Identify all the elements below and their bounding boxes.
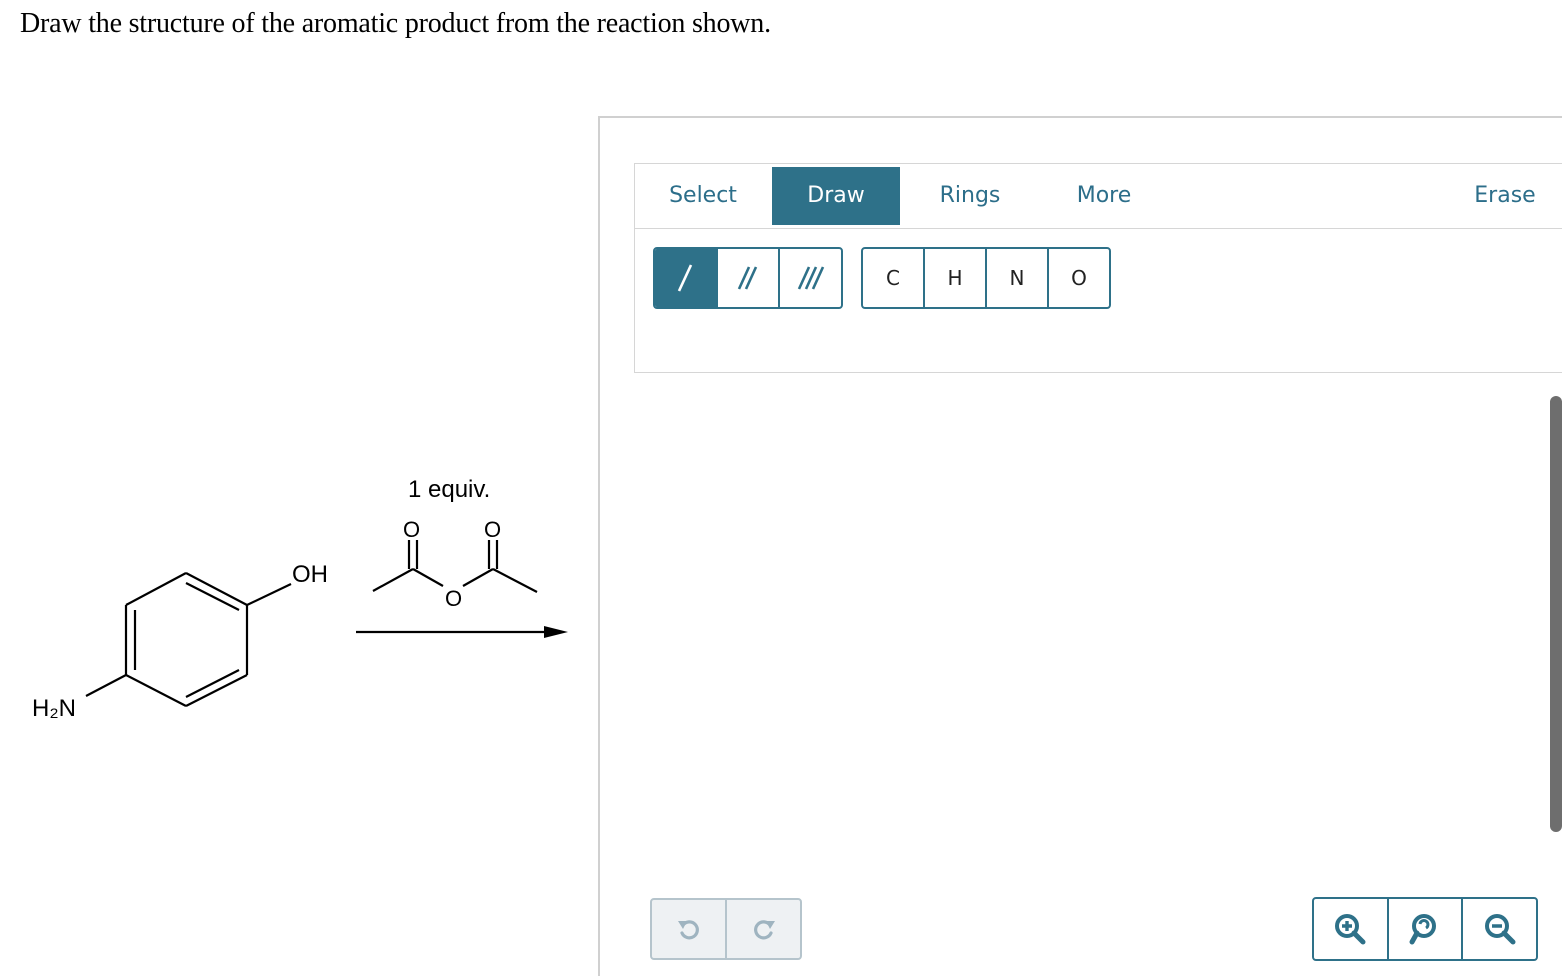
tab-select[interactable]: Select: [635, 167, 771, 225]
zoom-reset-button[interactable]: [1389, 899, 1464, 959]
zoom-in-button[interactable]: [1314, 899, 1389, 959]
history-controls: [650, 898, 802, 960]
zoom-out-button[interactable]: [1463, 899, 1536, 959]
carbonyl-oxygen-right: O: [484, 517, 501, 542]
zoom-controls: [1312, 897, 1538, 961]
hydroxyl-label: OH: [292, 561, 328, 588]
reagent-equiv-label: 1 equiv.: [408, 476, 490, 503]
reaction-svg: OH H₂N 1 equiv. O O O: [32, 476, 568, 722]
atom-carbon-button[interactable]: C: [863, 249, 925, 307]
zoom-reset-icon: [1409, 914, 1436, 945]
toolbar-tabs: Select Draw Rings More Erase: [635, 164, 1562, 229]
undo-button[interactable]: [652, 900, 727, 958]
tab-draw[interactable]: Draw: [772, 167, 900, 225]
triple-bond-icon: [797, 266, 824, 290]
undo-icon: [677, 920, 699, 940]
zoom-in-icon: [1335, 914, 1366, 945]
atom-nitrogen-button[interactable]: N: [987, 249, 1049, 307]
drawing-editor[interactable]: Select Draw Rings More Erase C H N O: [598, 116, 1562, 976]
carbonyl-oxygen-left: O: [403, 517, 420, 542]
editor-toolbar: Select Draw Rings More Erase C H N O: [634, 163, 1562, 373]
bridging-oxygen: O: [445, 586, 462, 611]
reaction-arrow: [356, 626, 568, 638]
redo-button[interactable]: [727, 900, 800, 958]
redo-icon: [753, 920, 775, 940]
tab-more[interactable]: More: [1039, 167, 1169, 225]
atom-hydrogen-button[interactable]: H: [925, 249, 987, 307]
tab-rings[interactable]: Rings: [905, 167, 1035, 225]
scrollbar[interactable]: [1550, 396, 1562, 832]
atom-tool-group: C H N O: [861, 247, 1111, 309]
single-bond-icon: [678, 264, 693, 292]
substituent-bonds: [85, 583, 292, 697]
double-bond-icon: [737, 266, 758, 290]
amine-label: H₂N: [32, 695, 76, 722]
double-bond-button[interactable]: [718, 249, 781, 307]
tab-erase[interactable]: Erase: [1437, 167, 1562, 225]
bond-tool-group: [653, 247, 843, 309]
single-bond-button[interactable]: [655, 249, 718, 307]
reaction-scheme: OH H₂N 1 equiv. O O O: [0, 440, 600, 745]
triple-bond-button[interactable]: [780, 249, 841, 307]
acetic-anhydride: [372, 540, 538, 593]
benzene-ring: [124, 572, 249, 707]
question-text: Draw the structure of the aromatic produ…: [20, 8, 771, 39]
atom-oxygen-button[interactable]: O: [1049, 249, 1109, 307]
zoom-out-icon: [1484, 914, 1516, 945]
